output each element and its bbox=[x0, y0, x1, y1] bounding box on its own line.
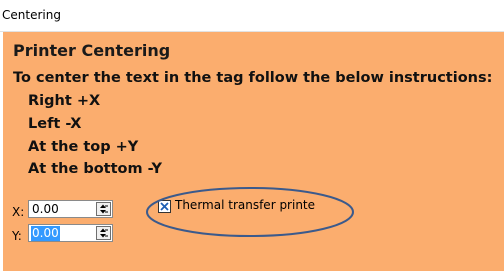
printer-centering-panel: Printer Centering To center the text in … bbox=[3, 32, 504, 271]
y-offset-stepper[interactable]: 0.00 bbox=[28, 224, 113, 242]
y-spin-arrows-icon[interactable] bbox=[96, 226, 111, 240]
thermal-transfer-label[interactable]: Thermal transfer printe bbox=[175, 198, 315, 212]
y-label: Y: bbox=[12, 229, 22, 243]
step-top: At the top +Y bbox=[28, 139, 139, 155]
y-offset-input[interactable]: 0.00 bbox=[31, 226, 60, 241]
x-label: X: bbox=[12, 205, 25, 219]
instruction-text: To center the text in the tag follow the… bbox=[13, 70, 493, 86]
x-offset-input[interactable]: 0.00 bbox=[31, 202, 60, 217]
panel-heading: Printer Centering bbox=[13, 41, 171, 60]
window-title: Centering bbox=[2, 8, 61, 22]
highlight-ellipse bbox=[146, 187, 354, 237]
centering-window: Centering Printer Centering To center th… bbox=[0, 0, 504, 271]
step-left: Left -X bbox=[28, 116, 82, 132]
title-bar: Centering bbox=[0, 0, 504, 32]
step-right: Right +X bbox=[28, 93, 101, 109]
x-offset-stepper[interactable]: 0.00 bbox=[28, 200, 113, 218]
thermal-transfer-checkbox[interactable] bbox=[158, 200, 171, 213]
step-bottom: At the bottom -Y bbox=[28, 161, 163, 177]
x-spin-arrows-icon[interactable] bbox=[96, 202, 111, 216]
